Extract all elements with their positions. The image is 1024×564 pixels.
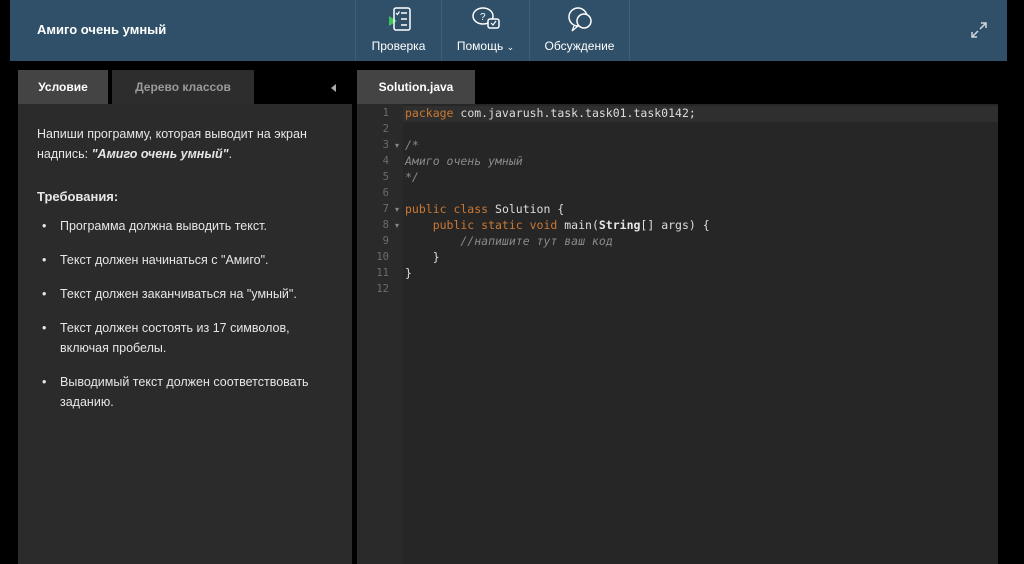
task-text: Напиши программу, которая выводит на экр… xyxy=(37,127,307,161)
discussion-label: Обсуждение xyxy=(544,39,615,53)
help-label: Помощь ⌄ xyxy=(456,39,515,53)
svg-text:?: ? xyxy=(480,12,486,23)
requirement-item: Текст должен заканчиваться на "умный". xyxy=(37,284,334,304)
requirement-item: Программа должна выводить текст. xyxy=(37,216,334,236)
top-header: Амиго очень умный Проверка ? Помощь ⌄ Об… xyxy=(10,0,1007,61)
line-number: 8 xyxy=(382,219,389,231)
requirement-item: Текст должен состоять из 17 символов, вк… xyxy=(37,318,334,358)
discussion-icon xyxy=(567,7,592,32)
code-line: public static void main(String[] args) { xyxy=(405,218,710,232)
left-tabs: Условие Дерево классов xyxy=(18,70,254,104)
code-line: Амиго очень умный xyxy=(405,154,523,168)
checklist-play-icon xyxy=(388,7,411,31)
fold-arrow-icon[interactable]: ▾ xyxy=(395,205,399,214)
chevron-down-icon: ⌄ xyxy=(506,42,515,52)
code-line: /* xyxy=(405,138,419,152)
code-line: } xyxy=(405,250,440,264)
line-number: 11 xyxy=(376,267,389,279)
requirement-item: Выводимый текст должен соответствовать з… xyxy=(37,372,334,412)
line-number: 2 xyxy=(382,123,389,135)
code-editor[interactable]: 1 2 3 ▾ 4 5 6 7 ▾ 8 ▾ 9 10 11 12 package… xyxy=(357,104,998,564)
expand-icon[interactable] xyxy=(971,22,987,38)
task-description-panel: Напиши программу, которая выводит на экр… xyxy=(18,104,352,564)
line-number: 9 xyxy=(382,235,389,247)
tab-class-tree[interactable]: Дерево классов xyxy=(112,70,254,104)
tab-condition[interactable]: Условие xyxy=(18,70,108,104)
line-number: 7 xyxy=(382,203,389,215)
line-number: 4 xyxy=(382,155,389,167)
discussion-button[interactable]: Обсуждение xyxy=(529,0,630,61)
requirement-item: Текст должен начинаться с "Амиго". xyxy=(37,250,334,270)
line-number: 3 xyxy=(382,139,389,151)
toolbar: Проверка ? Помощь ⌄ Обсуждение xyxy=(355,0,630,61)
line-number: 1 xyxy=(382,107,389,119)
fold-arrow-icon[interactable]: ▾ xyxy=(395,221,399,230)
code-line: public class Solution { xyxy=(405,202,565,216)
task-title: Амиго очень умный xyxy=(37,22,167,37)
verify-button[interactable]: Проверка xyxy=(355,0,441,61)
requirements-title: Требования: xyxy=(37,189,119,204)
fold-arrow-icon[interactable]: ▾ xyxy=(395,141,399,150)
code-line: package com.javarush.task.task01.task014… xyxy=(405,106,696,120)
collapse-left-icon[interactable] xyxy=(331,84,336,92)
line-gutter: 1 2 3 ▾ 4 5 6 7 ▾ 8 ▾ 9 10 11 12 xyxy=(357,104,403,564)
line-number: 6 xyxy=(382,187,389,199)
tab-solution-java[interactable]: Solution.java xyxy=(357,70,475,104)
help-chat-icon: ? xyxy=(471,7,500,29)
code-line: */ xyxy=(405,170,419,184)
code-line: } xyxy=(405,266,412,280)
requirements-list: Программа должна выводить текст. Текст д… xyxy=(37,216,334,412)
verify-label: Проверка xyxy=(371,39,426,53)
line-number: 10 xyxy=(376,251,389,263)
line-number: 12 xyxy=(376,283,389,295)
help-button[interactable]: ? Помощь ⌄ xyxy=(441,0,529,61)
code-line: //напишите тут ваш код xyxy=(405,234,613,248)
line-number: 5 xyxy=(382,171,389,183)
